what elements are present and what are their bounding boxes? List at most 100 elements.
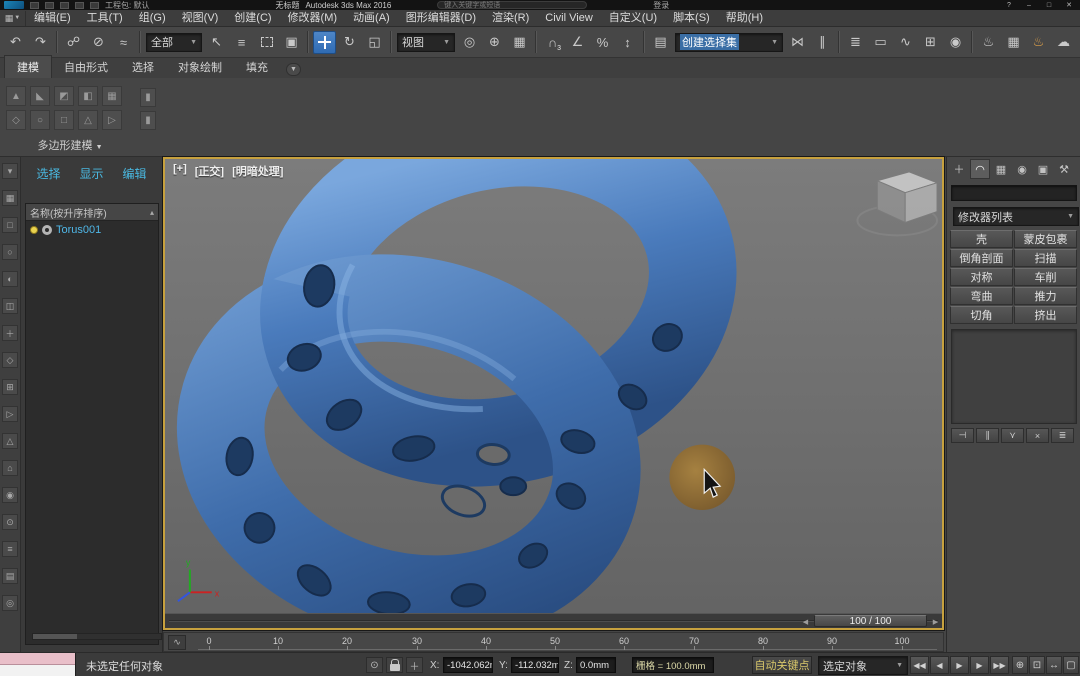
menu-graph-editors[interactable]: 图形编辑器(D) [398,10,484,26]
viewport-pov-menu[interactable]: [正交] [195,163,224,179]
close-icon[interactable]: ✕ [1062,1,1076,9]
element-mode-button[interactable]: ▦ [102,86,122,106]
display-materials-icon[interactable]: ◉ [2,487,18,503]
select-and-manipulate-button[interactable]: ⊕ [483,31,506,54]
select-and-scale-button[interactable]: ◱ [363,31,386,54]
create-tab[interactable]: ＋ [949,159,969,179]
curve-editor-button[interactable]: ∿ [894,31,917,54]
object-name-field[interactable] [951,185,1077,201]
selection-lock-icon[interactable] [386,657,403,673]
menu-help[interactable]: 帮助(H) [718,10,771,26]
menu-tools[interactable]: 工具(T) [79,10,131,26]
restore-icon[interactable]: □ [1042,1,1056,9]
a360-cloud-render-button[interactable]: ☁ [1052,31,1075,54]
modifier-skinwrap-button[interactable]: 蒙皮包裹 [1014,230,1077,248]
select-by-name-button[interactable]: ≡ [230,31,253,54]
explorer-menu-select[interactable]: 选择 [36,165,60,182]
3dsmax-logo-icon[interactable] [4,1,24,9]
display-tab[interactable]: ▣ [1033,159,1053,179]
angle-snap-button[interactable]: ∠ [566,31,589,54]
y-coordinate-field[interactable]: -112.032m [511,657,559,673]
minimize-icon[interactable]: – [1022,1,1036,9]
new-scene-icon[interactable] [30,2,39,9]
view-cube[interactable] [857,172,937,235]
filter-icon[interactable]: ▤ [2,568,18,584]
sync-selection-icon[interactable]: ≡ [2,541,18,557]
explorer-settings-icon[interactable]: ◎ [2,595,18,611]
render-setup-button[interactable]: ♨ [977,31,1000,54]
menu-group[interactable]: 组(G) [131,10,174,26]
previous-frame-arrow-icon[interactable]: ◀ [799,616,812,627]
modifier-lathe-button[interactable]: 车削 [1014,268,1077,286]
ribbon-minimize-icon[interactable]: ▼ [286,63,301,76]
perspective-viewport[interactable]: [+] [正交] [明暗处理] [163,157,944,630]
modifier-push-button[interactable]: 推力 [1014,287,1077,305]
save-file-icon[interactable] [60,2,69,9]
ribbon-group-label[interactable]: 多边形建模 ▼ [2,137,138,153]
bind-to-spacewarp-button[interactable]: ≈ [112,31,135,54]
rendered-frame-window-button[interactable]: ▦ [1002,31,1025,54]
named-sets-combo[interactable]: 创建选择集▼ [675,33,783,52]
maxscript-mini-listener[interactable] [0,653,76,676]
configure-modifier-sets-icon[interactable]: ≣ [1051,428,1074,443]
spinner-snap-button[interactable]: ↕ [616,31,639,54]
display-helpers-icon[interactable]: ＋ [2,325,18,341]
ribbon-tool-button[interactable]: ○ [30,110,50,130]
reference-coordinate-dropdown[interactable]: 视图▼ [397,33,455,52]
project-folder-label[interactable]: 工程包: 默认 [105,0,149,10]
select-and-move-button[interactable] [313,31,336,54]
ribbon-tool-button[interactable]: ▷ [102,110,122,130]
material-editor-button[interactable]: ◉ [944,31,967,54]
ribbon-tool-button[interactable]: ▮ [140,111,156,130]
modifier-bevelprofile-button[interactable]: 倒角剖面 [950,249,1013,267]
modifier-list-dropdown[interactable]: 修改器列表 ▼ [953,207,1079,226]
polygon-mode-button[interactable]: ◧ [78,86,98,106]
listener-script-row[interactable] [0,665,75,676]
modify-tab[interactable]: ◠ [970,159,990,179]
menu-customize[interactable]: 自定义(U) [601,10,665,26]
scrollbar-thumb[interactable] [33,634,77,639]
menu-modifiers[interactable]: 修改器(M) [280,10,346,26]
menu-civil-view[interactable]: Civil View [537,10,600,26]
auto-key-button[interactable]: 自动关键点 [752,656,812,674]
ribbon-tool-button[interactable]: ▮ [140,88,156,107]
next-frame-button[interactable]: ▶ [970,656,989,674]
ribbon-toggle-button[interactable]: ▭ [869,31,892,54]
zoom-icon[interactable]: ⊕ [1012,656,1028,674]
help-icon[interactable]: ? [1002,1,1016,9]
modifier-chamfer-button[interactable]: 切角 [950,306,1013,324]
explorer-menu-display[interactable]: 显示 [79,165,103,182]
menu-rendering[interactable]: 渲染(R) [484,10,537,26]
explorer-menu-edit[interactable]: 编辑 [122,165,146,182]
schematic-view-button[interactable]: ⊞ [919,31,942,54]
signin-button[interactable]: 登录 [653,0,669,10]
explorer-sort-icon[interactable]: ▾ [2,163,18,179]
unlink-selection-button[interactable]: ⊘ [87,31,110,54]
pan-icon[interactable]: ↔ [1046,656,1062,674]
display-geometry-icon[interactable]: □ [2,217,18,233]
ribbon-tab-freeform[interactable]: 自由形式 [52,56,120,78]
menu-animation[interactable]: 动画(A) [345,10,398,26]
modifier-bend-button[interactable]: 弯曲 [950,287,1013,305]
make-unique-icon[interactable]: ⋎ [1001,428,1024,443]
workspace-switcher-icon[interactable]: ▦▼ [0,11,26,26]
show-end-result-icon[interactable]: ∥ [976,428,999,443]
list-item[interactable]: Torus001 [26,221,158,238]
absolute-mode-icon[interactable]: ＋ [406,657,423,673]
display-lights-icon[interactable]: ◐ [2,271,18,287]
motion-tab[interactable]: ◉ [1012,159,1032,179]
modifier-stack[interactable] [951,329,1077,424]
display-shapes-icon[interactable]: ○ [2,244,18,260]
modifier-shell-button[interactable]: 壳 [950,230,1013,248]
menu-edit[interactable]: 编辑(E) [26,10,79,26]
align-button[interactable]: ∥ [811,31,834,54]
previous-frame-button[interactable]: ◀ [930,656,949,674]
pin-stack-icon[interactable]: ⊣ [951,428,974,443]
isolate-selection-icon[interactable]: ⊙ [366,657,383,673]
ribbon-tool-button[interactable]: ◇ [6,110,26,130]
display-spacewarps-icon[interactable]: ◇ [2,352,18,368]
modifier-extrude-button[interactable]: 挤出 [1014,306,1077,324]
selection-filter-dropdown[interactable]: 全部▼ [146,33,202,52]
layer-manager-button[interactable]: ≣ [844,31,867,54]
display-containers-icon[interactable]: ⌂ [2,460,18,476]
